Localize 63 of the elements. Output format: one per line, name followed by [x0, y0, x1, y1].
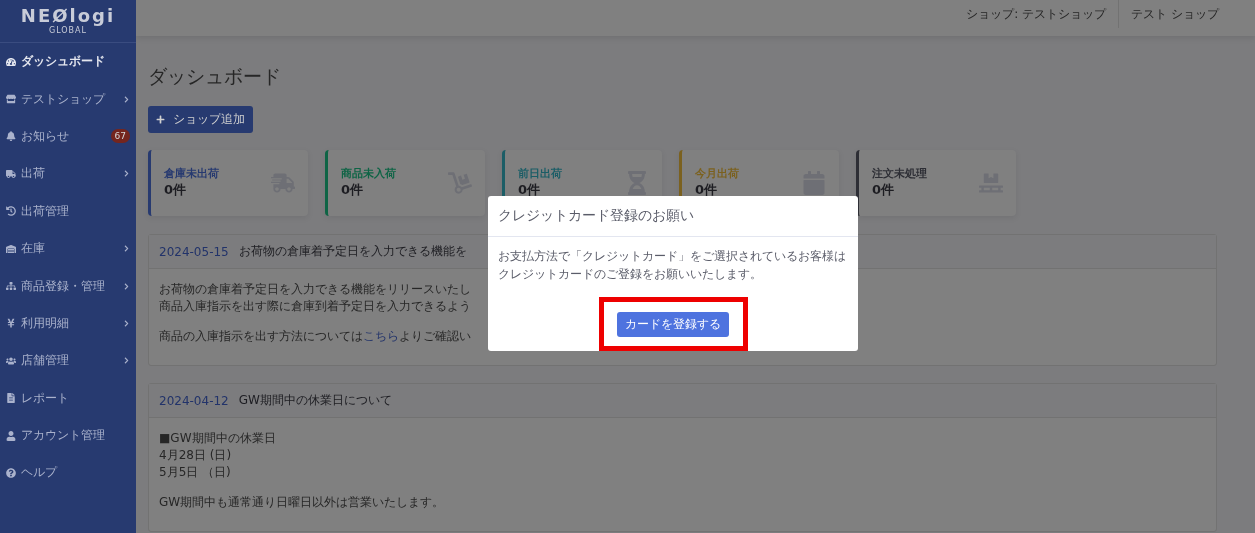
stat-label: 前日出荷 — [518, 167, 562, 181]
users-icon — [6, 355, 16, 366]
modal-message: お支払方法で「クレジットカード」をご選択されているお客様は クレジットカードのご登録をお願いいたします。 — [498, 248, 847, 283]
sidebar-item[interactable]: 出荷 — [0, 155, 136, 193]
stat-value: 0件 — [872, 181, 896, 199]
history-icon — [6, 206, 16, 217]
announcement-text: 商品の入庫指示を出す方法についてはこちら よりご確認い — [159, 328, 472, 345]
warehouse-icon — [6, 243, 16, 254]
stat-label: 今月出荷 — [695, 167, 739, 181]
truck-icon — [6, 168, 16, 179]
user-icon — [6, 430, 16, 441]
bell-icon — [6, 131, 16, 142]
register-card-button[interactable]: カードを登録する — [617, 311, 729, 337]
link[interactable]: こちら — [363, 329, 399, 343]
sidebar-item[interactable]: 在庫 — [0, 229, 136, 268]
sidebar-item[interactable]: お知らせ 67 — [0, 117, 136, 156]
sidebar-item[interactable]: ヘルプ — [0, 454, 136, 492]
chevron-icon — [123, 95, 130, 103]
page-title: ダッシュボード — [148, 64, 282, 89]
announcement-text: 4月28日 (日) — [159, 447, 233, 464]
user-name[interactable]: テスト ショップ — [1119, 5, 1231, 23]
sidebar-item[interactable]: 利用明細 — [0, 304, 136, 343]
store-icon — [6, 94, 16, 105]
announcement-text: お荷物の倉庫着予定日を入力できる機能をリリースいたし — [159, 281, 472, 298]
announcement-date: 2024-04-12 — [159, 393, 229, 408]
sidebar-item[interactable]: テストショップ — [0, 80, 136, 118]
sidebar-item[interactable]: アカウント管理 — [0, 416, 136, 455]
yen-icon — [6, 318, 16, 329]
stat-value: 0件 — [164, 181, 188, 199]
stat-label: 注文未処理 — [872, 167, 927, 181]
help-icon — [6, 468, 16, 478]
sidebar-item[interactable]: 出荷管理 — [0, 192, 136, 230]
chevron-icon — [123, 357, 130, 365]
add-shop-button[interactable]: ショップ追加 — [148, 106, 253, 133]
file-icon — [6, 393, 16, 404]
chevron-icon — [123, 170, 130, 178]
hourglass-icon — [625, 171, 649, 195]
sidebar-item[interactable]: レポート — [0, 379, 136, 417]
stat-label: 倉庫未出荷 — [164, 167, 219, 181]
shop-name[interactable]: ショップ: テストショップ — [954, 5, 1119, 23]
announcement-title: GW期間中の休業日について — [238, 392, 392, 409]
sidebar-item[interactable]: 商品登録・管理 — [0, 267, 136, 305]
announcement-date: 2024-05-15 — [159, 244, 229, 259]
calendar-icon — [802, 171, 826, 195]
sidebar-item[interactable]: ダッシュボード — [0, 43, 136, 81]
stat-label: 商品未入荷 — [341, 167, 396, 181]
stat-value: 0件 — [518, 181, 542, 199]
chevron-icon — [123, 245, 130, 253]
sidebar-item[interactable]: 店舗管理 — [0, 342, 136, 380]
modal-title: クレジットカード登録のお願い — [498, 207, 694, 225]
announcement-title: お荷物の倉庫着予定日を入力できる機能を — [238, 243, 467, 260]
chevron-icon — [123, 282, 130, 290]
plus-icon — [156, 115, 165, 124]
stat-value: 0件 — [695, 181, 719, 199]
announcement-text: GW期間中も通常通り日曜日以外は営業いたします。 — [159, 494, 446, 511]
dashboard-icon — [6, 56, 16, 67]
announcement-text: 5月5日 （日) — [159, 464, 232, 481]
stat-value: 0件 — [341, 181, 365, 199]
chevron-icon — [123, 319, 130, 327]
sitemap-icon — [6, 281, 16, 292]
announcement-text: 商品入庫指示を出す際に倉庫到着予定日を入力できるよう — [159, 298, 472, 315]
announcement-text: ■GW期間中の休業日 — [159, 430, 277, 447]
notification-badge: 67 — [110, 129, 130, 144]
